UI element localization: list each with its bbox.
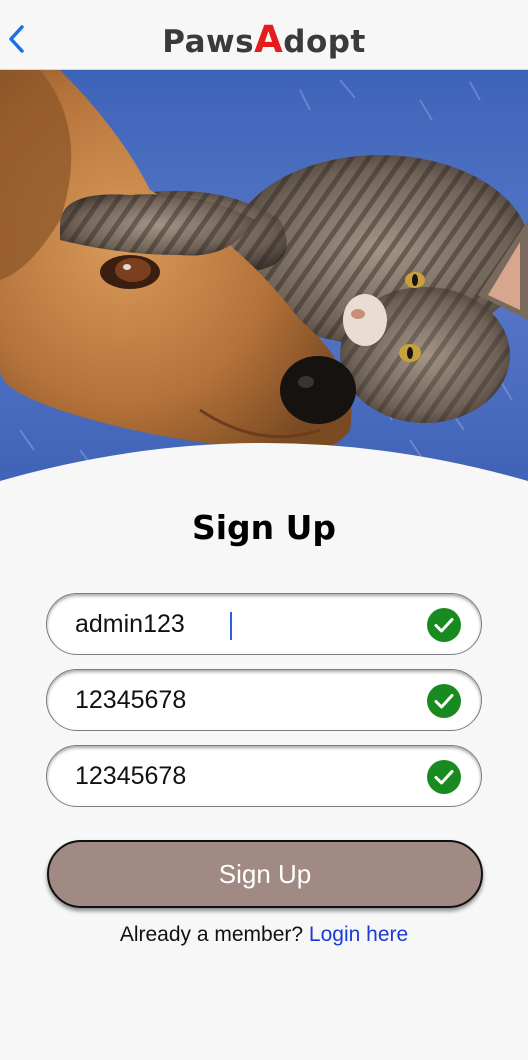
confirm-password-field[interactable] <box>46 745 482 807</box>
page-title: Sign Up <box>191 508 337 547</box>
app-header: PawsAdopt <box>0 0 528 70</box>
app-logo: PawsAdopt <box>0 18 528 64</box>
check-circle-icon <box>427 608 461 642</box>
login-link[interactable]: Login here <box>309 923 408 946</box>
logo-text-paws: Paws <box>162 24 255 60</box>
hero-image <box>0 70 528 490</box>
check-circle-icon <box>427 760 461 794</box>
logo-text-dopt: dopt <box>283 24 366 60</box>
check-circle-icon <box>427 684 461 718</box>
login-prompt-text: Already a member? <box>119 923 304 946</box>
sign-up-button[interactable]: Sign Up <box>47 840 483 908</box>
password-field[interactable] <box>46 669 482 731</box>
confirm-password-input[interactable] <box>75 746 415 806</box>
text-caret <box>230 612 232 640</box>
login-prompt: Already a member? Login here <box>0 920 528 950</box>
username-input[interactable] <box>75 594 415 654</box>
logo-text-accent: A <box>254 18 284 61</box>
password-input[interactable] <box>75 670 415 730</box>
username-field[interactable] <box>46 593 482 655</box>
